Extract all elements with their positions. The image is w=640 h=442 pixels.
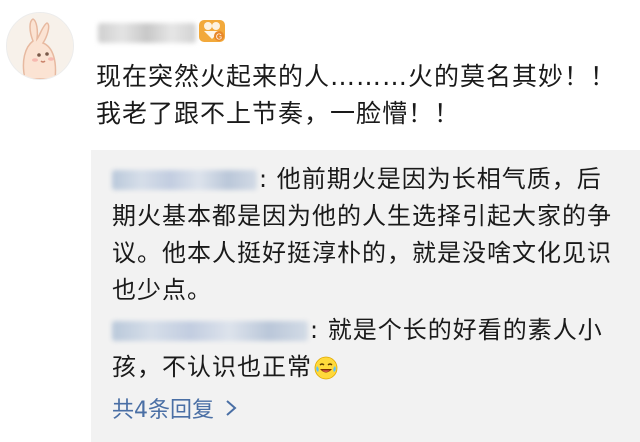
reply-line: 期火基本都是因为他的人生选择引起大家的争 (112, 202, 612, 230)
username-redacted[interactable] (98, 20, 198, 46)
fan-level-badge-icon[interactable]: G (197, 16, 227, 44)
reply-item[interactable]: : 就是个长的好看的素人小 孩，不认识也正常 (112, 312, 632, 386)
crying-laughing-emoji-icon (314, 356, 338, 379)
reply-item[interactable]: : 他前期火是因为长相气质，后 期火基本都是因为他的人生选择引起大家的争 议。他… (112, 161, 632, 309)
svg-text:G: G (216, 33, 222, 42)
reply-line: 孩，不认识也正常 (112, 353, 312, 381)
reply-line: 议。他本人挺好挺淳朴的，就是没啥文化见识 (112, 239, 612, 267)
more-replies-link[interactable]: 共4条回复 (112, 390, 238, 426)
reply-line: : 他前期火是因为长相气质，后 (259, 165, 602, 193)
avatar-illustration (7, 13, 73, 79)
post-line-2: 我老了跟不上节奏，一脸懵！！ (96, 99, 461, 128)
post-body: 现在突然火起来的人………火的莫名其妙！！ 我老了跟不上节奏，一脸懵！！ (96, 58, 636, 132)
reply-line: 也少点。 (112, 276, 212, 304)
reply-line: : 就是个长的好看的素人小 (310, 316, 603, 344)
comment-thread: G 现在突然火起来的人………火的莫名其妙！！ 我老了跟不上节奏，一脸懵！！ : … (0, 0, 640, 442)
post-line-1: 现在突然火起来的人………火的莫名其妙！！ (96, 62, 617, 91)
chevron-right-icon (226, 400, 237, 416)
reply-username-redacted[interactable] (112, 320, 308, 341)
replies-panel: : 他前期火是因为长相气质，后 期火基本都是因为他的人生选择引起大家的争 议。他… (91, 150, 640, 442)
redacted-username-block (98, 23, 196, 43)
avatar[interactable] (6, 12, 74, 80)
more-replies-label: 共4条回复 (112, 398, 214, 423)
reply-username-redacted[interactable] (112, 169, 257, 190)
